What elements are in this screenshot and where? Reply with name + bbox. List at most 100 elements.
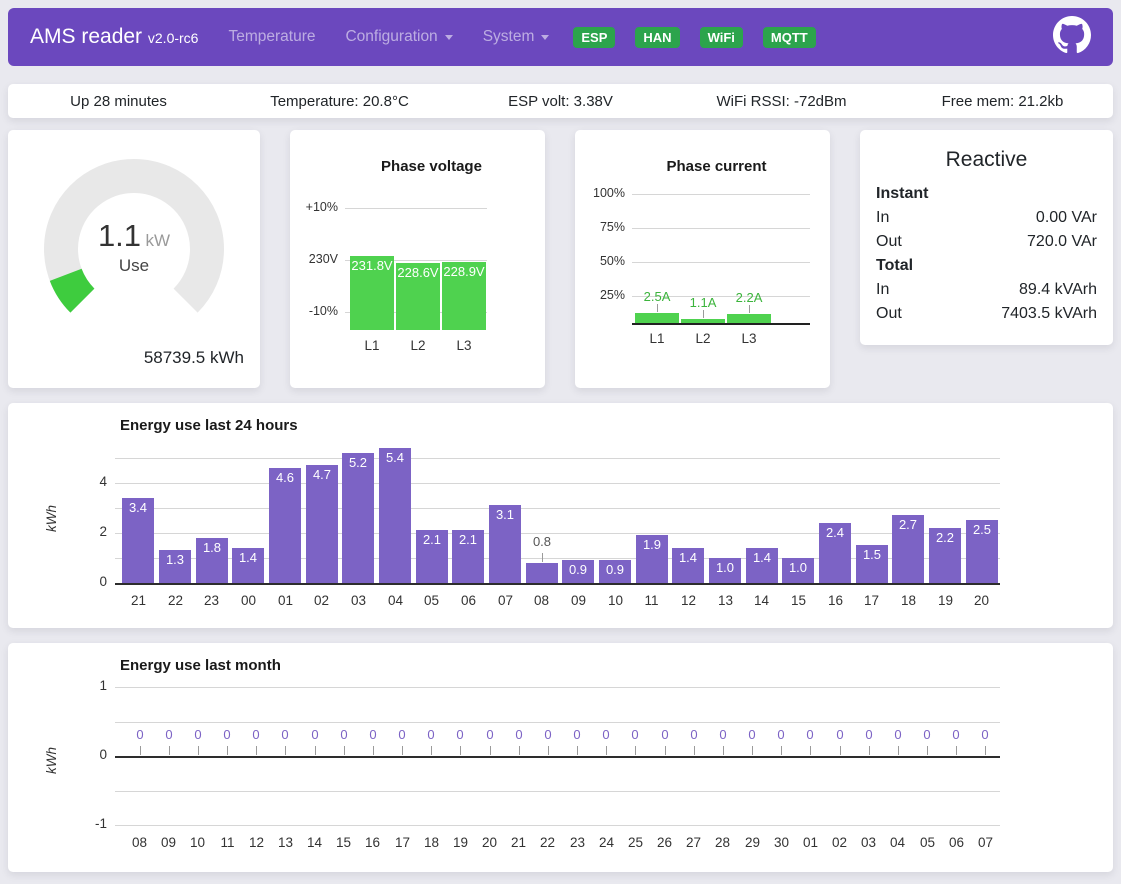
x-tick-label: 18: [417, 835, 446, 850]
label-connector-line: [169, 746, 170, 755]
y-tick-label: 75%: [575, 220, 625, 234]
label-connector-line: [927, 746, 928, 755]
x-tick-label: 07: [487, 593, 524, 608]
label-connector-line: [752, 746, 753, 755]
github-octocat-icon: [1053, 16, 1091, 59]
bar-value-label: 4.6: [269, 468, 301, 485]
bar-02: 4.7: [306, 465, 338, 583]
label-connector-line: [781, 746, 782, 755]
nav-item-label: Configuration: [345, 28, 437, 46]
bar-01: 4.6: [269, 468, 301, 583]
nav-item-label: Temperature: [228, 28, 315, 46]
x-tick-label: 28: [708, 835, 737, 850]
axis-baseline: [115, 583, 1000, 585]
y-tick-label: 230V: [290, 252, 338, 266]
bar-12: 1.4: [672, 548, 704, 583]
bar-23: 1.8: [196, 538, 228, 583]
reactive-card: Reactive Instant In 0.00 VAr Out 720.0 V…: [860, 130, 1113, 345]
label-connector-line: [577, 746, 578, 755]
x-tick-label: 16: [358, 835, 387, 850]
bar-06: 2.1: [452, 530, 484, 583]
x-tick-label: 11: [633, 593, 670, 608]
label-connector-line: [956, 746, 957, 755]
bar-value-label: 3.1: [489, 505, 521, 522]
x-tick-label: 10: [597, 593, 634, 608]
x-tick-label: 09: [154, 835, 183, 850]
label-connector-line: [703, 310, 704, 318]
main-nav: Temperature Configuration System: [228, 28, 549, 46]
gridline: [115, 687, 1000, 688]
label-connector-line: [723, 746, 724, 755]
github-link[interactable]: [1053, 16, 1091, 59]
nav-item-configuration[interactable]: Configuration: [345, 28, 452, 46]
label-connector-line: [542, 553, 543, 562]
app-brand[interactable]: AMS reader v2.0-rc6: [30, 25, 198, 49]
x-tick-label: 12: [242, 835, 271, 850]
reactive-row: Out 720.0 VAr: [876, 230, 1097, 254]
x-tick-label: 23: [563, 835, 592, 850]
energy-24h-card: Energy use last 24 hours kWh 0243.4211.3…: [8, 403, 1113, 628]
gauge-label: Use: [8, 256, 260, 276]
label-connector-line: [402, 746, 403, 755]
label-connector-line: [140, 746, 141, 755]
uptime-status: Up 28 minutes: [8, 93, 229, 110]
chevron-down-icon: [445, 35, 453, 40]
phase-current-chart: 100%75%50%25%2.5AL11.1AL22.2AL3: [575, 130, 830, 388]
x-tick-label: L1: [350, 338, 394, 353]
y-tick-label: 0: [8, 747, 107, 762]
temperature-status: Temperature: 20.8°C: [229, 93, 450, 110]
bar-17: 1.5: [856, 545, 888, 583]
bar-value-label: 1.4: [232, 548, 264, 565]
y-tick-label: -10%: [290, 304, 338, 318]
x-tick-label: 11: [213, 835, 242, 850]
x-tick-label: 24: [592, 835, 621, 850]
x-tick-label: 19: [446, 835, 475, 850]
x-tick-label: 26: [650, 835, 679, 850]
label-connector-line: [657, 304, 658, 312]
bar-value-label: 3.4: [122, 498, 154, 515]
x-tick-label: 30: [767, 835, 796, 850]
bar-L1: [635, 313, 679, 323]
x-tick-label: 04: [883, 835, 912, 850]
x-tick-label: 10: [183, 835, 212, 850]
bar-value-label: 2.2: [929, 528, 961, 545]
x-tick-label: 15: [780, 593, 817, 608]
top-cards-row: 1.1 kW Use 58739.5 kWh Phase voltage +10…: [8, 130, 1113, 388]
app-title: AMS reader: [30, 25, 142, 48]
gridline: [115, 458, 1000, 459]
label-connector-line: [694, 746, 695, 755]
x-tick-label: 16: [817, 593, 854, 608]
label-connector-line: [635, 746, 636, 755]
x-tick-label: 01: [267, 593, 304, 608]
bar-22: 1.3: [159, 550, 191, 583]
x-tick-label: 17: [388, 835, 417, 850]
label-connector-line: [840, 746, 841, 755]
status-badges: ESP HAN WiFi MQTT: [573, 27, 815, 48]
x-tick-label: 13: [271, 835, 300, 850]
label-connector-line: [985, 746, 986, 755]
label-connector-line: [431, 746, 432, 755]
x-tick-label: 14: [300, 835, 329, 850]
app-version: v2.0-rc6: [148, 30, 199, 46]
label-connector-line: [548, 746, 549, 755]
axis-baseline: [632, 323, 810, 325]
reactive-section-header: Instant: [876, 182, 1097, 206]
x-tick-label: 07: [971, 835, 1000, 850]
y-tick-label: +10%: [290, 200, 338, 214]
bar-value-label: 0.9: [562, 560, 594, 577]
nav-item-temperature[interactable]: Temperature: [228, 28, 315, 46]
bar-value-label: 2.5: [966, 520, 998, 537]
reactive-row-label: Out: [876, 302, 902, 326]
phase-current-card: Phase current 100%75%50%25%2.5AL11.1AL22…: [575, 130, 830, 388]
gridline: [115, 508, 1000, 509]
y-tick-label: 50%: [575, 254, 625, 268]
gauge-readout: 1.1 kW Use: [8, 218, 260, 276]
bar-value-label: 1.8: [196, 538, 228, 555]
nav-item-system[interactable]: System: [483, 28, 550, 46]
bar-value-label: 0.9: [599, 560, 631, 577]
label-connector-line: [665, 746, 666, 755]
x-tick-label: L2: [681, 331, 725, 346]
label-connector-line: [490, 746, 491, 755]
label-connector-line: [606, 746, 607, 755]
bar-L3: [727, 314, 771, 323]
